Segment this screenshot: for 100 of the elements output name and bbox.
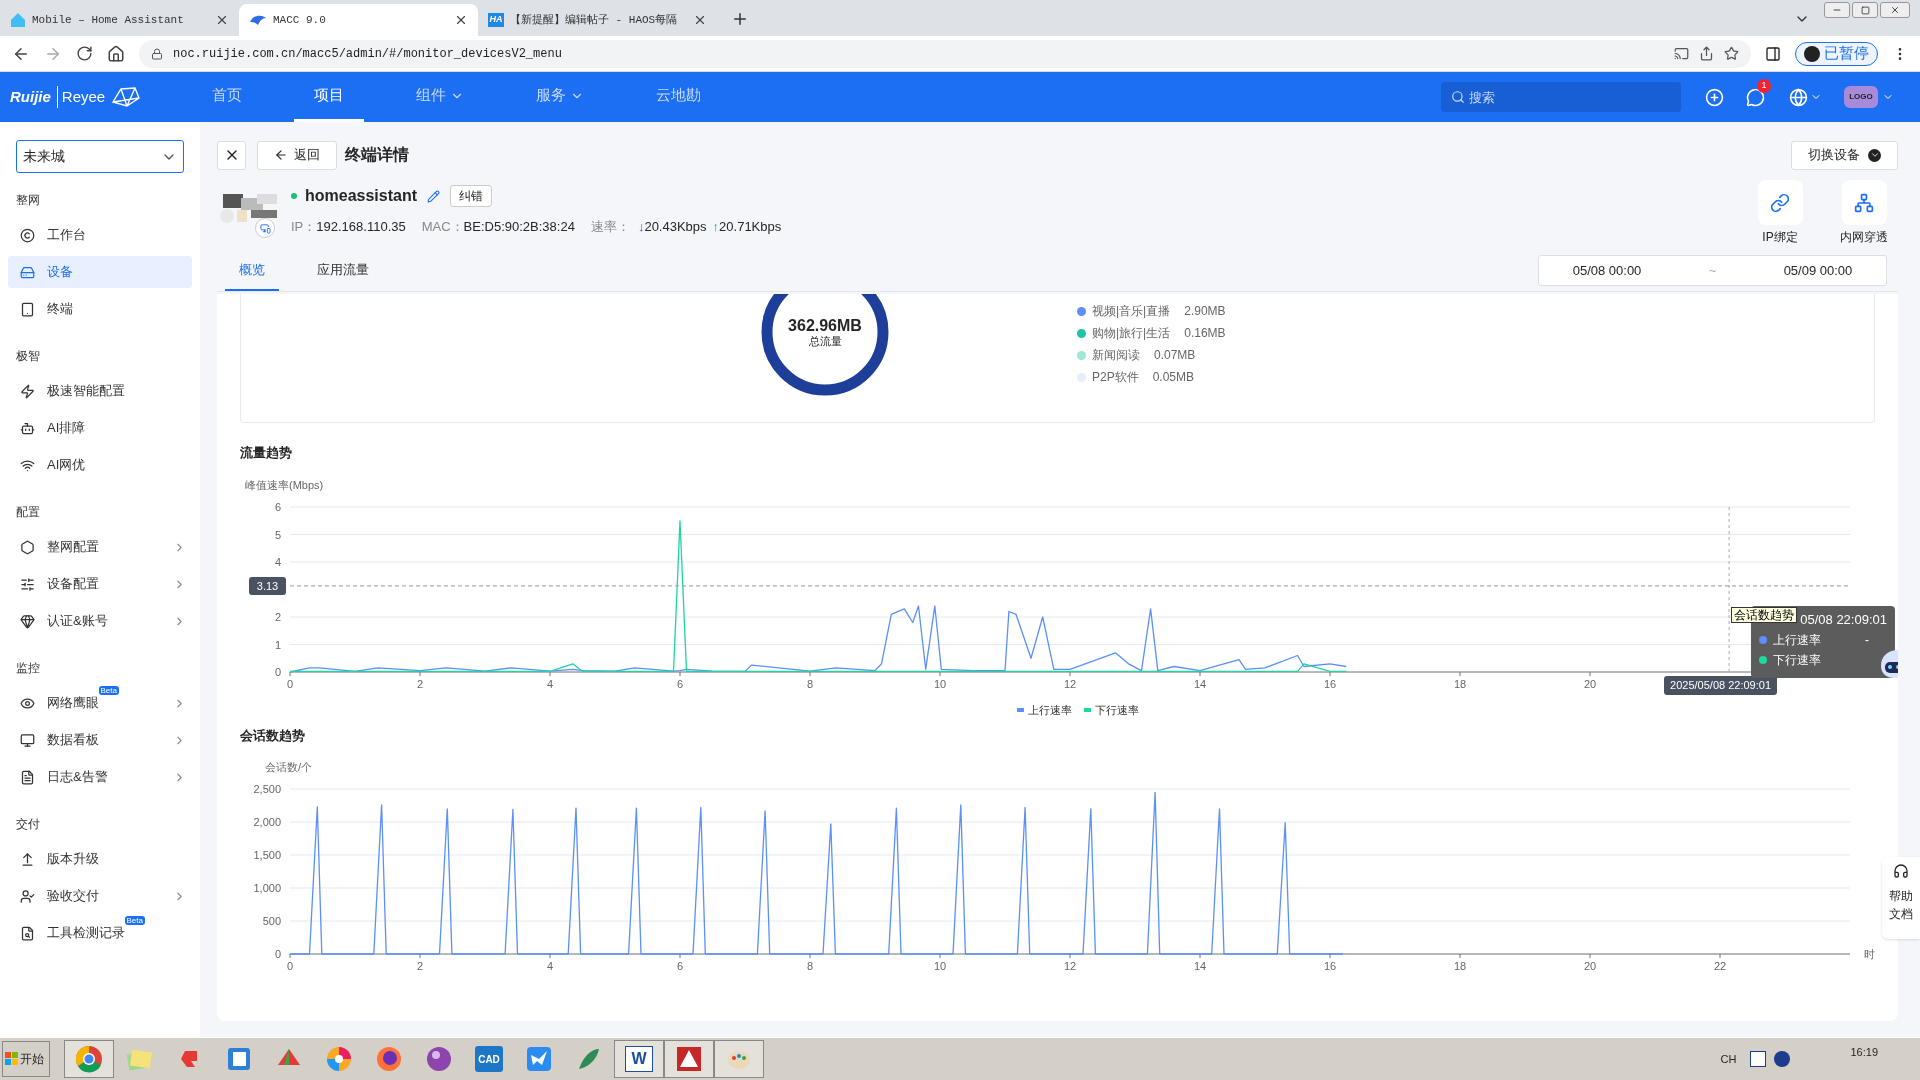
- close-icon[interactable]: [693, 13, 707, 27]
- sidebar-item[interactable]: AI排障: [8, 412, 192, 444]
- chrome-icon[interactable]: [75, 1045, 103, 1073]
- help-tray-icon[interactable]: [1774, 1051, 1791, 1067]
- upload-icon: [20, 851, 35, 867]
- legend-label[interactable]: 下行速率: [1094, 701, 1139, 719]
- sidebar-item[interactable]: 设备配置: [8, 568, 192, 600]
- sidebar-item[interactable]: 版本升级: [8, 843, 192, 875]
- beta-badge: Beta: [124, 916, 145, 926]
- tooltip-value: -: [1865, 631, 1869, 649]
- lock-icon: [151, 47, 163, 60]
- account-button[interactable]: LOGO: [1844, 86, 1894, 108]
- sidebar-item[interactable]: 工作台: [8, 219, 192, 251]
- site-dropdown[interactable]: 未来城: [16, 140, 184, 173]
- restore-button[interactable]: [1852, 2, 1878, 18]
- start-button[interactable]: 开始: [2, 1041, 50, 1077]
- axis-label: 5: [274, 528, 281, 541]
- sidebar-item[interactable]: 数据看板: [8, 724, 192, 756]
- address-field[interactable]: noc.ruijie.com.cn/macc5/admin/#/monitor_devicesV2_menu: [139, 39, 1751, 68]
- close-icon[interactable]: [215, 13, 229, 27]
- sidebar-item[interactable]: 日志&告警: [8, 761, 192, 793]
- content-tab[interactable]: 应用流量: [303, 250, 383, 291]
- axis-label: 2: [416, 678, 424, 690]
- message-icon[interactable]: [1746, 87, 1765, 107]
- ball-icon[interactable]: [425, 1045, 453, 1073]
- axis-label: 10: [933, 960, 947, 972]
- sidebar-item[interactable]: 验收交付: [8, 880, 192, 912]
- section-title: 整网: [15, 192, 41, 209]
- switch-device-button[interactable]: 切换设备: [1791, 140, 1898, 170]
- sidebar-item[interactable]: AI网优: [8, 449, 192, 481]
- ip-label: IP：: [291, 218, 317, 237]
- gem-icon: [20, 613, 35, 629]
- link-icon: [1757, 180, 1803, 225]
- language-indicator[interactable]: CH: [1720, 1050, 1737, 1068]
- cast-icon[interactable]: [1674, 46, 1689, 61]
- side-panel-icon[interactable]: [1765, 45, 1781, 62]
- legend-label[interactable]: 上行速率: [1027, 701, 1072, 719]
- axis-label: 12: [1063, 960, 1077, 972]
- avatar: LOGO: [1844, 86, 1878, 108]
- language-button[interactable]: [1789, 87, 1822, 107]
- sidebar-item[interactable]: 设备: [8, 256, 192, 288]
- action-button[interactable]: IP绑定: [1750, 180, 1810, 246]
- brand-logo[interactable]: Ruijie Reyee: [0, 85, 190, 109]
- word-icon[interactable]: W: [625, 1046, 653, 1072]
- share-icon[interactable]: [1699, 46, 1714, 61]
- bot-icon: [20, 420, 35, 436]
- close-icon[interactable]: [454, 13, 468, 27]
- notepad-icon[interactable]: [225, 1045, 253, 1073]
- axis-label: 6: [676, 960, 684, 972]
- tab-title: Mobile – Home Assistant: [32, 12, 184, 28]
- profile-button[interactable]: 已暂停: [1795, 41, 1878, 66]
- back-button[interactable]: 返回: [257, 140, 337, 170]
- device-name: homeassistant: [305, 186, 418, 206]
- sidebar-item[interactable]: 整网配置: [8, 531, 192, 563]
- tray-icon[interactable]: [1750, 1051, 1767, 1067]
- pointer-value: 3.13: [249, 576, 286, 595]
- new-tab-icon[interactable]: [731, 10, 749, 28]
- section-title: 流量趋势: [240, 444, 293, 459]
- sidebar-item[interactable]: 终端: [8, 293, 192, 325]
- reload-icon[interactable]: [76, 45, 93, 62]
- edit-icon[interactable]: [427, 189, 441, 203]
- axis-label: 10: [933, 678, 947, 690]
- search-field[interactable]: 搜索: [1441, 82, 1681, 112]
- cad-icon[interactable]: CAD: [475, 1046, 503, 1072]
- hard-drive-icon: [20, 264, 35, 280]
- bookmark-icon[interactable]: [1724, 46, 1739, 61]
- help-widget[interactable]: 帮助文档: [1882, 857, 1920, 939]
- close-button[interactable]: [217, 140, 246, 170]
- fox-icon[interactable]: [375, 1045, 403, 1073]
- tab-title: 【新提醒】编辑帖子 - HAOS每隔: [510, 12, 678, 28]
- nav-tab[interactable]: 项目: [294, 72, 364, 122]
- axis-label: 18: [1453, 960, 1467, 972]
- sidebar-item[interactable]: 工具检测记录 Beta: [8, 917, 192, 949]
- sidebar-item[interactable]: 极速智能配置: [8, 375, 192, 407]
- tablet-icon: [20, 301, 35, 317]
- home-icon[interactable]: [107, 44, 125, 63]
- section-title: 监控: [15, 660, 41, 677]
- content-tab[interactable]: 概览: [225, 250, 279, 291]
- add-icon[interactable]: [1705, 87, 1724, 107]
- section-title: 交付: [15, 816, 41, 833]
- axis-label: 4: [274, 556, 281, 568]
- correct-button[interactable]: 纠错: [450, 185, 493, 207]
- bird-icon[interactable]: [525, 1045, 553, 1073]
- monitor-badge-icon: [255, 218, 275, 238]
- page-title: 终端详情: [345, 145, 409, 165]
- close-window-button[interactable]: [1880, 2, 1910, 18]
- axis-label: 1,000: [253, 882, 281, 894]
- legend-label: 新闻阅读: [1092, 347, 1140, 364]
- axis-label: 18: [1453, 678, 1467, 690]
- action-button[interactable]: 内网穿透: [1834, 180, 1894, 246]
- tooltip-time: 05/08 22:09:01: [1800, 611, 1887, 629]
- axis-label: 22: [1713, 960, 1727, 972]
- date-range-field[interactable]: 05/08 00:00 ~ 05/09 00:00: [1538, 255, 1887, 286]
- browser-tab[interactable]: MACC 9.0: [239, 4, 478, 36]
- minimize-button[interactable]: [1824, 2, 1850, 18]
- legend-label: P2P软件: [1092, 369, 1139, 386]
- pinwheel-icon[interactable]: [325, 1045, 353, 1073]
- section-title: 会话数趋势: [240, 727, 306, 742]
- sidebar-item[interactable]: 网络鹰眼 Beta: [8, 687, 192, 719]
- sidebar-item[interactable]: 认证&账号: [8, 605, 192, 637]
